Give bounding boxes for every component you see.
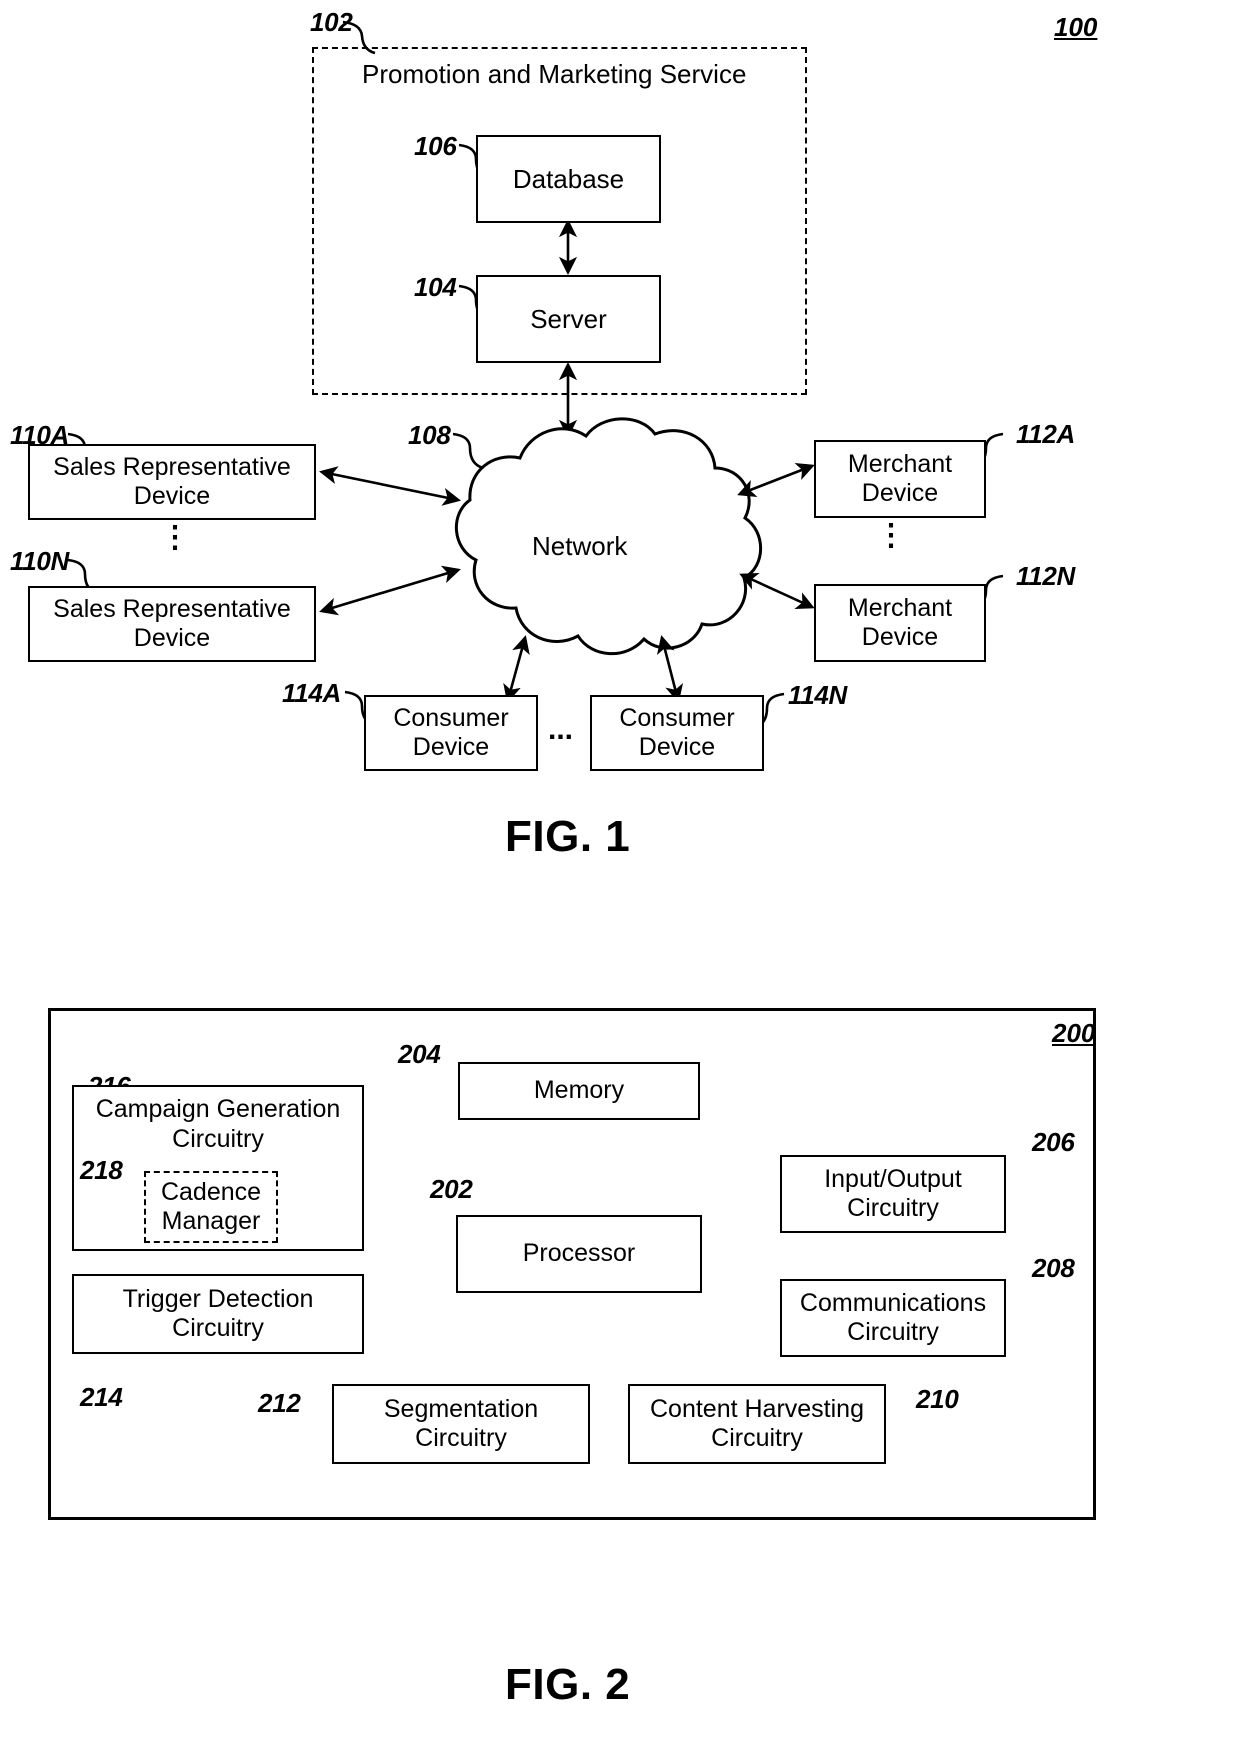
- arrow-merchant-n-network: [739, 573, 815, 609]
- merchant-vertical-ellipsis: ⋮: [876, 519, 906, 552]
- cadence-manager-line2: Manager: [161, 1207, 261, 1235]
- ref-112A: 112A: [1016, 419, 1076, 449]
- consumer-device-a: Consumer Device: [364, 695, 538, 771]
- ref-214: 214: [80, 1382, 123, 1412]
- leader-108: [452, 432, 484, 470]
- arrow-merchant-a-network: [737, 463, 815, 497]
- ref-114N: 114N: [788, 680, 848, 710]
- memory-label: Memory: [533, 1076, 625, 1105]
- merchant-device-n: Merchant Device: [814, 584, 986, 662]
- trigger-detection-line1: Trigger Detection: [122, 1284, 314, 1313]
- apparatus-ref-200: 200: [1052, 1018, 1096, 1048]
- figure-2-title: FIG. 2: [505, 1660, 631, 1709]
- input-output-line2: Circuitry: [847, 1194, 939, 1222]
- consumer-n-line1: Consumer: [619, 703, 735, 732]
- content-harvesting-line1: Content Harvesting: [649, 1394, 864, 1423]
- server-box: Server: [476, 275, 661, 363]
- consumer-a-line2: Device: [412, 733, 490, 761]
- ref-202: 202: [430, 1174, 473, 1204]
- content-harvesting-line2: Circuitry: [711, 1424, 803, 1452]
- sales-representative-device-a: Sales Representative Device: [28, 444, 316, 520]
- ref-210: 210: [916, 1384, 959, 1414]
- arrow-salesrep-a-network: [319, 466, 461, 506]
- ref-104: 104: [414, 272, 457, 302]
- merchant-a-line2: Device: [861, 479, 939, 507]
- sales-rep-n-line1: Sales Representative: [53, 594, 291, 623]
- input-output-circuitry-box: Input/Output Circuitry: [780, 1155, 1006, 1233]
- ref-114A: 114A: [282, 678, 342, 708]
- figure-1-title: FIG. 1: [505, 812, 631, 861]
- ref-108: 108: [408, 420, 451, 450]
- ref-206: 206: [1032, 1127, 1075, 1157]
- system-ref-100: 100: [1054, 12, 1098, 42]
- cadence-manager-line1: Cadence: [160, 1177, 262, 1206]
- consumer-n-line2: Device: [638, 733, 716, 761]
- sales-representative-device-n: Sales Representative Device: [28, 586, 316, 662]
- arrow-consumer-a-network: [503, 635, 530, 703]
- processor-box: Processor: [456, 1215, 702, 1293]
- network-label: Network: [532, 531, 628, 561]
- sales-rep-a-line1: Sales Representative: [53, 452, 291, 481]
- merchant-n-line2: Device: [861, 623, 939, 651]
- server-label: Server: [530, 303, 607, 334]
- sales-rep-vertical-ellipsis: ⋮: [160, 521, 190, 554]
- content-harvesting-circuitry-box: Content Harvesting Circuitry: [628, 1384, 886, 1464]
- ref-112N: 112N: [1016, 561, 1076, 591]
- consumer-horizontal-ellipsis: ...: [548, 713, 574, 746]
- segmentation-line1: Segmentation: [383, 1394, 539, 1423]
- communications-line1: Communications: [799, 1288, 987, 1317]
- arrow-consumer-n-network: [656, 635, 684, 703]
- database-box: Database: [476, 135, 661, 223]
- patent-figure-sheet: 100 102 Promotion and Marketing Service …: [0, 0, 1240, 1739]
- communications-line2: Circuitry: [847, 1318, 939, 1346]
- segmentation-circuitry-box: Segmentation Circuitry: [332, 1384, 590, 1464]
- input-output-line1: Input/Output: [824, 1164, 962, 1193]
- promotion-marketing-service-title: Promotion and Marketing Service: [362, 59, 747, 89]
- ref-106: 106: [414, 131, 457, 161]
- cadence-manager-box: Cadence Manager: [144, 1171, 278, 1243]
- ref-208: 208: [1032, 1253, 1075, 1283]
- sales-rep-n-line2: Device: [133, 624, 211, 652]
- campaign-generation-line2: Circuitry: [172, 1124, 264, 1153]
- ref-102: 102: [310, 7, 353, 37]
- ref-110N: 110N: [10, 546, 70, 576]
- merchant-n-line1: Merchant: [847, 593, 953, 622]
- consumer-a-line1: Consumer: [393, 703, 509, 732]
- arrow-salesrep-n-network: [319, 565, 461, 616]
- campaign-generation-line1: Campaign Generation: [95, 1095, 341, 1123]
- ref-212: 212: [258, 1388, 301, 1418]
- trigger-detection-circuitry-box: Trigger Detection Circuitry: [72, 1274, 364, 1354]
- memory-box: Memory: [458, 1062, 700, 1120]
- segmentation-line2: Circuitry: [415, 1424, 507, 1452]
- database-label: Database: [512, 163, 625, 194]
- sales-rep-a-line2: Device: [133, 482, 211, 510]
- trigger-detection-line2: Circuitry: [172, 1314, 264, 1342]
- consumer-device-n: Consumer Device: [590, 695, 764, 771]
- ref-218: 218: [80, 1155, 123, 1185]
- communications-circuitry-box: Communications Circuitry: [780, 1279, 1006, 1357]
- merchant-a-line1: Merchant: [847, 449, 953, 478]
- ref-204: 204: [398, 1039, 441, 1069]
- processor-label: Processor: [522, 1239, 636, 1268]
- merchant-device-a: Merchant Device: [814, 440, 986, 518]
